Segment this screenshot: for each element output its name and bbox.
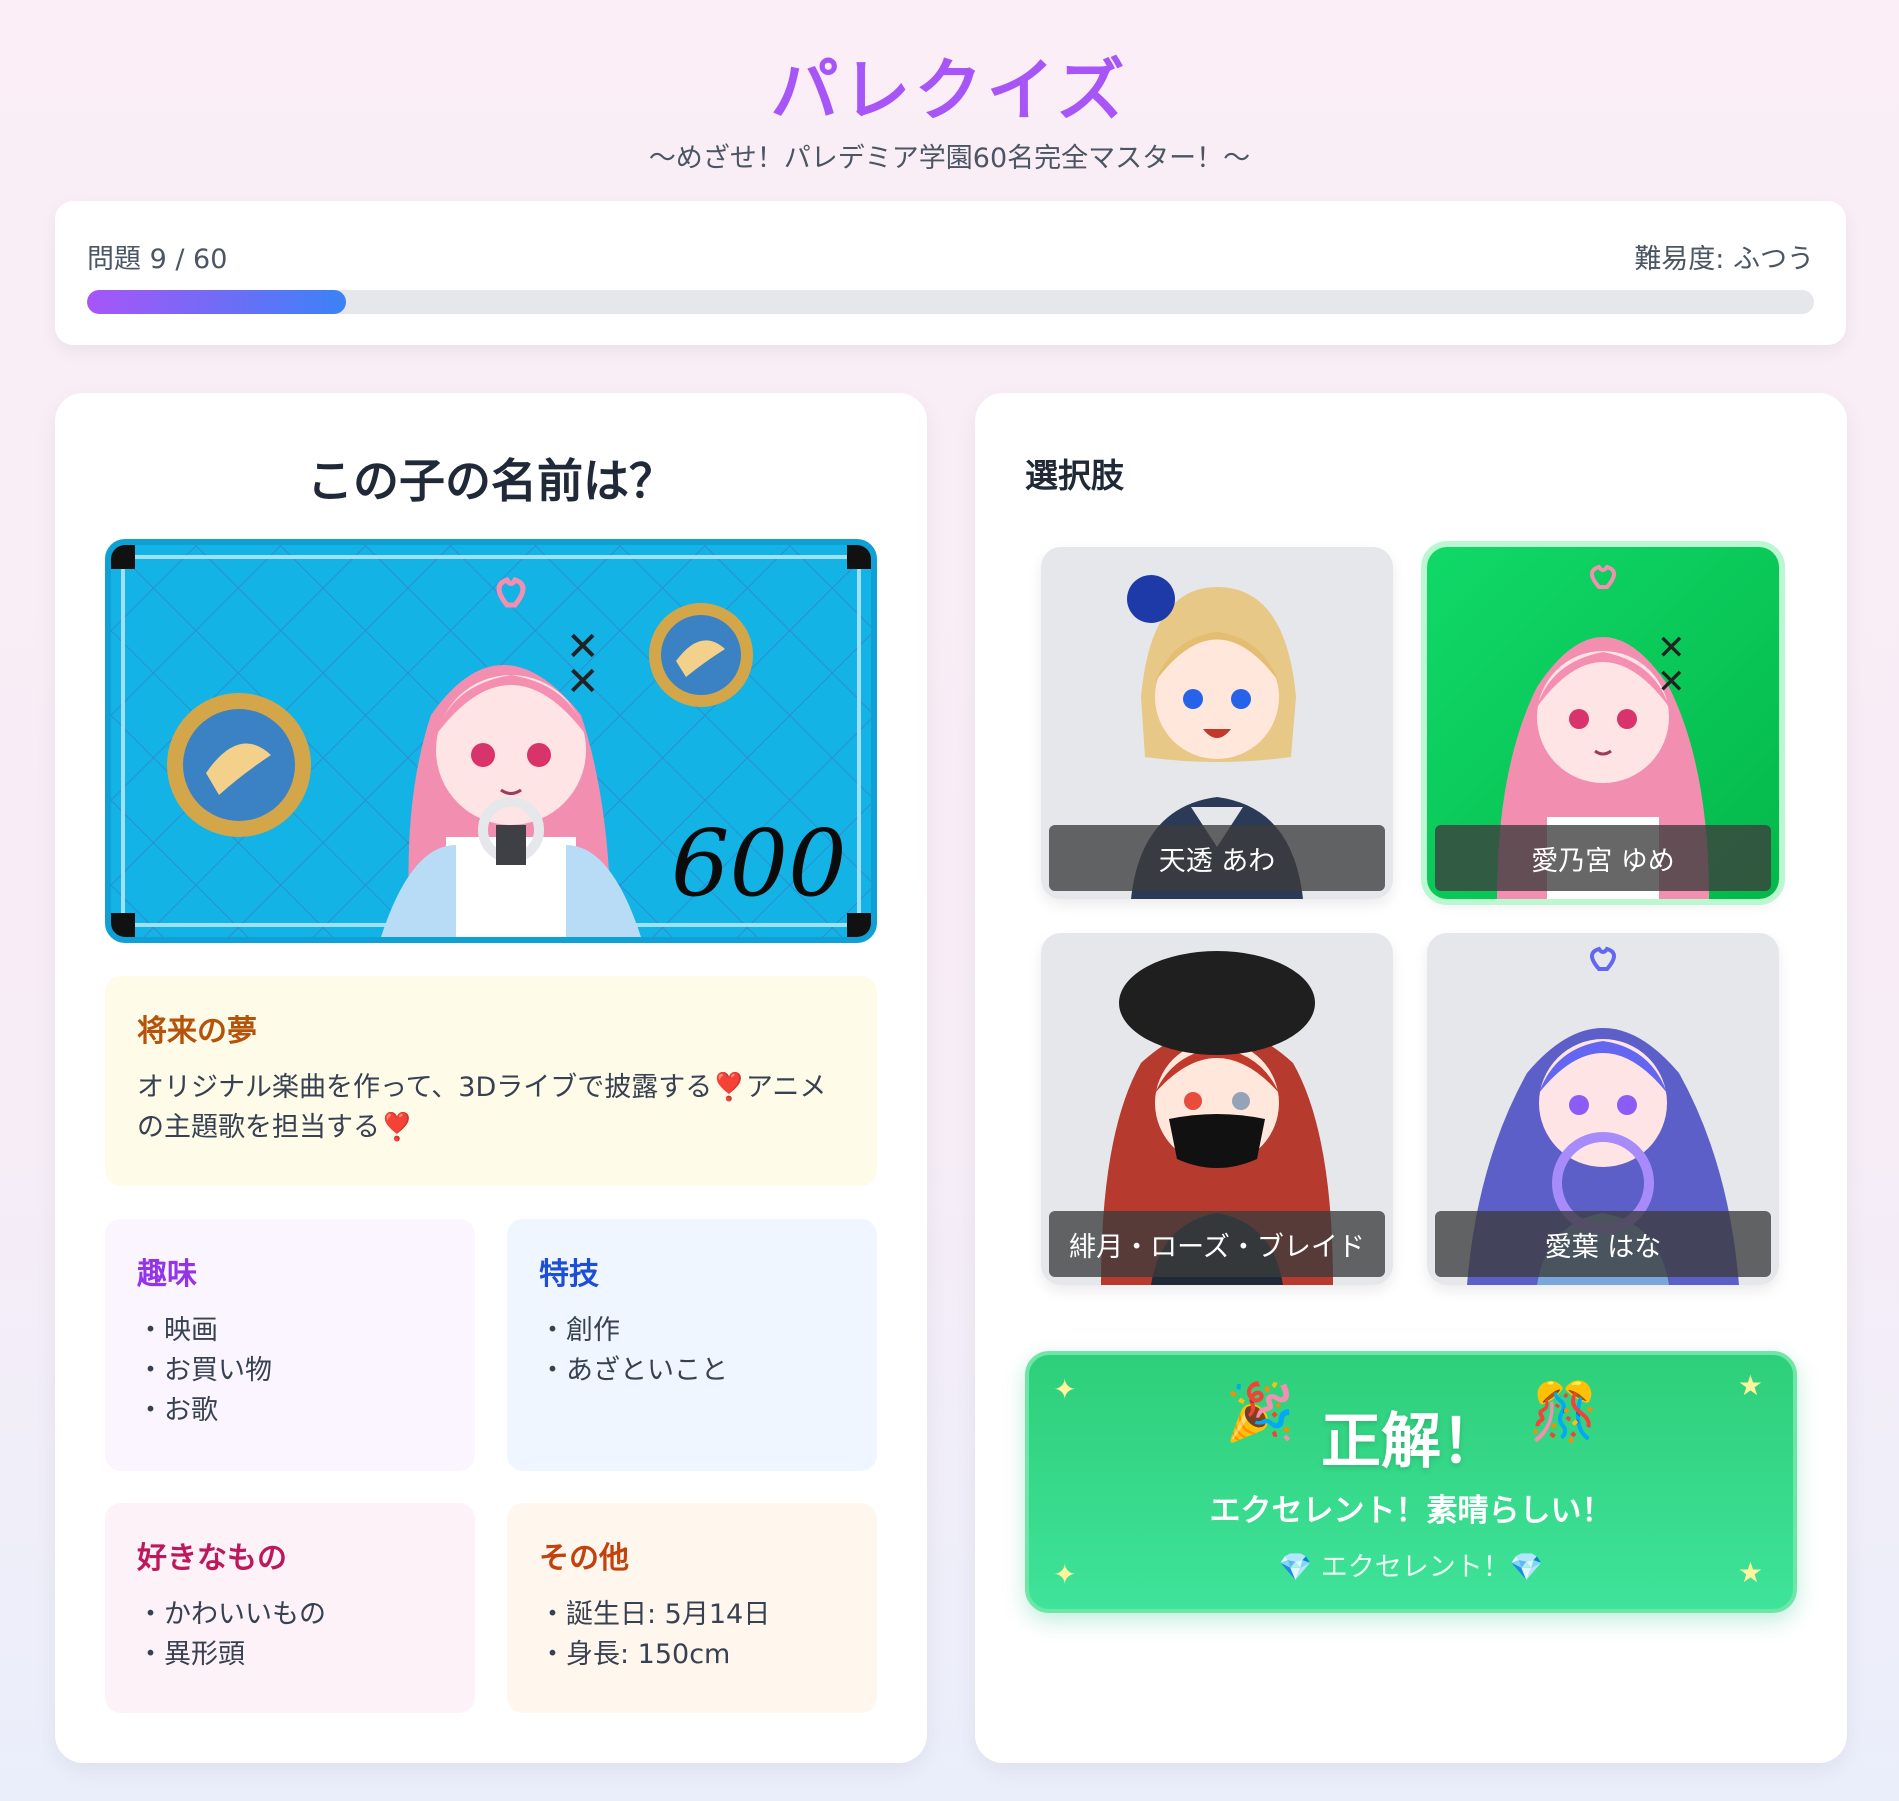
- other-title: その他: [539, 1541, 629, 1576]
- hobby-box: 趣味 映画 お買い物 お歌: [105, 1219, 475, 1471]
- choice-label: 愛乃宮 ゆめ: [1435, 825, 1771, 891]
- difficulty-label: 難易度: ふつう: [1634, 244, 1814, 275]
- choice-label: 緋月・ローズ・ブレイド: [1049, 1211, 1385, 1277]
- skill-item: 創作: [539, 1311, 845, 1351]
- choice-option-1[interactable]: 天透 あわ: [1041, 547, 1393, 899]
- likes-item: 異形頭: [137, 1635, 443, 1675]
- dream-text: オリジナル楽曲を作って、3Dライブで披露する❣️アニメの主題歌を担当する❣️: [137, 1072, 827, 1143]
- choice-option-3[interactable]: 緋月・ローズ・ブレイド: [1041, 933, 1393, 1285]
- svg-text:✕: ✕: [1657, 662, 1686, 702]
- progress-bar-fill: [87, 290, 347, 314]
- likes-title: 好きなもの: [137, 1541, 287, 1576]
- other-box: その他 誕生日: 5月14日 身長: 150cm: [507, 1503, 877, 1713]
- svg-text:✕: ✕: [566, 659, 600, 705]
- skill-list: 創作 あざといこと: [539, 1311, 845, 1391]
- question-title: この子の名前は？: [307, 454, 675, 508]
- likes-list: かわいいもの 異形頭: [137, 1595, 443, 1675]
- result-title: 正解！: [1321, 1407, 1501, 1477]
- choice-option-4[interactable]: 愛葉 はな: [1427, 933, 1779, 1285]
- skill-title: 特技: [539, 1257, 599, 1292]
- skill-item: あざといこと: [539, 1351, 845, 1391]
- hobby-title: 趣味: [137, 1257, 197, 1292]
- hobby-item: お買い物: [137, 1351, 443, 1391]
- result-banner: ✦ ★ ✦ ★ 🎉 🎊 正解！ エクセレント！素晴らしい！ 💎 エクセレント！💎: [1025, 1351, 1797, 1613]
- other-item: 身長: 150cm: [539, 1635, 845, 1675]
- progress-bar: [87, 290, 1814, 314]
- app-title: パレクイズ: [770, 52, 1129, 131]
- choice-label: 天透 あわ: [1049, 825, 1385, 891]
- choices-panel: 選択肢 天透 あわ ✕ ✕ 愛乃宮 ゆめ 緋月・ローズ・ブレイド 愛葉 はな ✦…: [975, 393, 1847, 1763]
- dream-box: 将来の夢 オリジナル楽曲を作って、3Dライブで披露する❣️アニメの主題歌を担当す…: [105, 976, 877, 1186]
- character-portrait: 600 ✕ ✕: [105, 539, 877, 943]
- hobby-list: 映画 お買い物 お歌: [137, 1311, 443, 1431]
- result-message: エクセレント！素晴らしい！: [1209, 1493, 1613, 1529]
- likes-box: 好きなもの かわいいもの 異形頭: [105, 1503, 475, 1713]
- other-list: 誕生日: 5月14日 身長: 150cm: [539, 1595, 845, 1675]
- choice-label: 愛葉 はな: [1435, 1211, 1771, 1277]
- emblem-icon: [167, 693, 311, 837]
- choices-title: 選択肢: [1025, 456, 1124, 495]
- app-header: パレクイズ 〜めざせ！パレデミア学園60名完全マスター！〜: [0, 52, 1899, 175]
- app-subtitle: 〜めざせ！パレデミア学園60名完全マスター！〜: [648, 143, 1251, 174]
- result-subtext: 💎 エクセレント！💎: [1278, 1552, 1544, 1583]
- skill-box: 特技 創作 あざといこと: [507, 1219, 877, 1471]
- choice-option-2[interactable]: ✕ ✕ 愛乃宮 ゆめ: [1427, 547, 1779, 899]
- question-panel: この子の名前は？ 600 ✕ ✕ 将来の夢 オリジナル楽曲を作って、3Dライブで…: [55, 393, 927, 1763]
- hobby-item: お歌: [137, 1391, 443, 1431]
- character-portrait-image: 600 ✕ ✕: [111, 545, 871, 937]
- progress-card: 問題 9 / 60 難易度: ふつう: [55, 201, 1846, 345]
- portrait-badge-text: 600: [671, 810, 847, 917]
- dream-title: 将来の夢: [137, 1014, 257, 1049]
- other-item: 誕生日: 5月14日: [539, 1595, 845, 1635]
- likes-item: かわいいもの: [137, 1595, 443, 1635]
- hobby-item: 映画: [137, 1311, 443, 1351]
- question-counter: 問題 9 / 60: [87, 244, 228, 275]
